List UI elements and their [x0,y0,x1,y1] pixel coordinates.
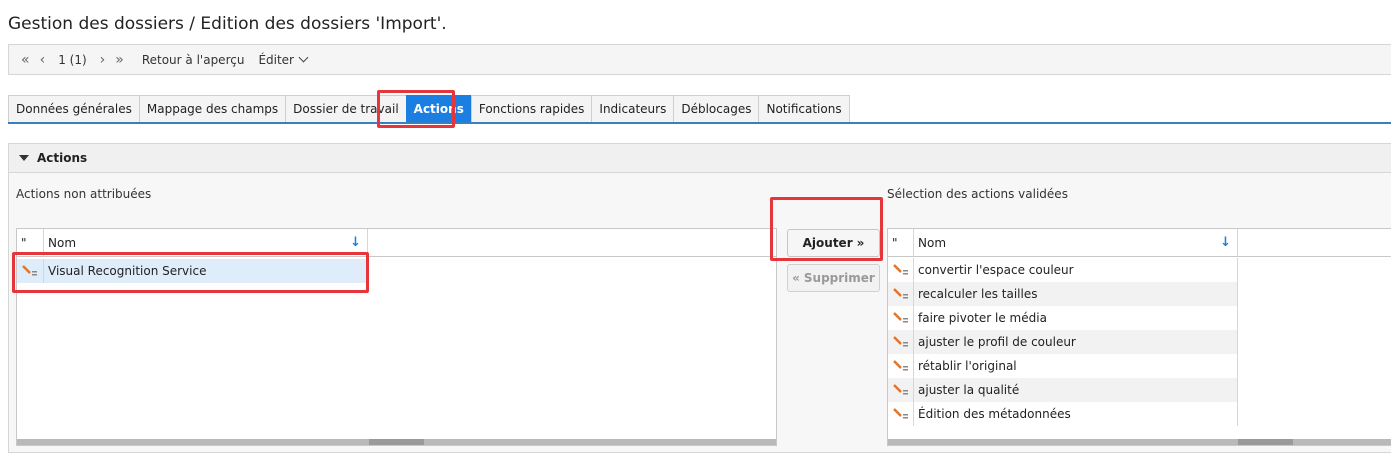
previous-record-button[interactable]: ‹ [35,45,51,74]
pencil-icon [888,306,914,330]
tab-bar: Données générales Mappage des champs Dos… [8,95,850,123]
tab-general-data[interactable]: Données générales [8,95,139,123]
icon-column-header: " [888,229,914,256]
grid-header: " Nom ↓ [17,229,776,257]
name-column-label: Nom [48,235,77,250]
pencil-icon [888,258,914,282]
selected-actions-grid: " Nom ↓ convertir l'espace couleur recal… [887,228,1391,446]
tab-actions[interactable]: Actions [405,95,471,123]
sort-down-arrow-icon[interactable]: ↓ [1220,235,1231,250]
selected-actions-label: Sélection des actions validées [887,187,1068,201]
record-toolbar: « ‹ 1 (1) › » Retour à l'aperçu Éditer [8,44,1391,75]
page-indicator: 1 (1) [58,52,87,67]
action-name: ajuster la qualité [914,378,1238,402]
add-button[interactable]: Ajouter » [787,229,880,257]
table-row[interactable]: faire pivoter le média [888,306,1238,330]
scrollbar-thumb[interactable] [1238,439,1293,445]
pencil-icon [888,282,914,306]
horizontal-scrollbar[interactable] [888,439,1391,445]
table-row[interactable]: Visual Recognition Service [17,259,368,283]
action-name: Visual Recognition Service [44,259,368,283]
actions-panel-title: Actions [37,151,88,165]
chevron-down-icon [298,52,309,63]
tab-quick-functions[interactable]: Fonctions rapides [470,95,592,123]
unassigned-actions-label: Actions non attribuées [16,187,152,201]
first-record-button[interactable]: « [16,45,35,74]
tab-notifications[interactable]: Notifications [758,95,850,123]
table-row[interactable]: rétablir l'original [888,354,1238,378]
action-name: rétablir l'original [914,354,1238,378]
pencil-icon [17,259,44,283]
page-title: Gestion des dossiers / Edition des dossi… [8,14,447,34]
name-column-header[interactable]: Nom ↓ [44,229,368,256]
table-row[interactable]: Édition des métadonnées [888,402,1238,426]
action-name: recalculer les tailles [914,282,1238,306]
tab-indicators[interactable]: Indicateurs [591,95,674,123]
scrollbar-thumb[interactable] [369,439,424,445]
pencil-icon [888,330,914,354]
pencil-icon [888,402,914,426]
table-row[interactable]: recalculer les tailles [888,282,1238,306]
pencil-icon [888,354,914,378]
edit-dropdown[interactable]: Éditer [253,53,312,67]
caret-down-icon [19,155,29,161]
horizontal-scrollbar[interactable] [17,439,776,445]
edit-dropdown-label: Éditer [258,52,294,67]
chevron-left-icon: ‹ [39,51,46,68]
action-name: convertir l'espace couleur [914,258,1238,282]
double-chevron-left-icon: « [792,271,800,285]
back-to-overview-link[interactable]: Retour à l'aperçu [137,53,250,67]
name-column-label: Nom [918,235,947,250]
unassigned-actions-grid: " Nom ↓ Visual Recognition Service [16,228,777,446]
icon-column-header: " [17,229,44,256]
actions-panel-header[interactable]: Actions [9,144,1391,173]
name-column-header[interactable]: Nom ↓ [914,229,1238,256]
action-name: ajuster le profil de couleur [914,330,1238,354]
next-record-button[interactable]: › [95,45,111,74]
table-row[interactable]: ajuster le profil de couleur [888,330,1238,354]
action-name: faire pivoter le média [914,306,1238,330]
double-chevron-right-icon: » [856,236,865,250]
double-chevron-left-icon: « [21,51,30,68]
action-name: Édition des métadonnées [914,402,1238,426]
table-row[interactable]: convertir l'espace couleur [888,258,1238,282]
table-row[interactable]: ajuster la qualité [888,378,1238,402]
tab-underline [8,122,1391,124]
actions-panel: Actions Actions non attribuées Sélection… [8,143,1391,453]
add-button-label: Ajouter [802,236,853,250]
tab-field-mapping[interactable]: Mappage des champs [138,95,286,123]
tab-unlocks[interactable]: Déblocages [673,95,759,123]
remove-button[interactable]: « Supprimer [787,264,880,292]
page: Gestion des dossiers / Edition des dossi… [0,0,1391,465]
last-record-button[interactable]: » [110,45,129,74]
remove-button-label: Supprimer [803,271,875,285]
chevron-right-icon: › [99,51,106,68]
tab-work-folder[interactable]: Dossier de travail [285,95,406,123]
sort-down-arrow-icon[interactable]: ↓ [350,235,361,250]
pencil-icon [888,378,914,402]
double-chevron-right-icon: » [115,51,124,68]
grid-header: " Nom ↓ [888,229,1391,257]
